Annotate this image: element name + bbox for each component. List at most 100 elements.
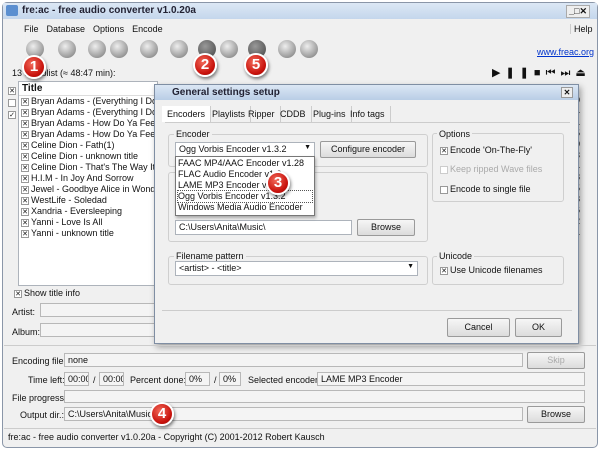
track-row[interactable]: ✕Xandria - Eversleeping xyxy=(21,206,157,217)
menu-help[interactable]: Help xyxy=(570,24,593,34)
track-checkbox[interactable]: ✕ xyxy=(21,142,29,150)
dialog-close-icon[interactable]: ✕ xyxy=(561,87,573,98)
add-cd-icon[interactable] xyxy=(58,40,76,58)
track-row[interactable]: ✕Yanni - unknown title xyxy=(21,228,157,239)
eject-icon[interactable]: ⏏ xyxy=(575,67,590,79)
clear-icon[interactable] xyxy=(110,40,128,58)
cddb-submit-icon[interactable] xyxy=(170,40,188,58)
website-link[interactable]: www.freac.org xyxy=(537,47,594,57)
encoder-option[interactable]: FLAC Audio Encoder v1.2 xyxy=(178,169,312,180)
stop-icon[interactable] xyxy=(300,40,318,58)
album-label: Album: xyxy=(12,327,40,337)
encoder-option[interactable]: FAAC MP4/AAC Encoder v1.28 xyxy=(178,158,312,169)
encode-on-the-fly-label: Encode 'On-The-Fly' xyxy=(450,145,532,155)
remove-icon[interactable] xyxy=(88,40,106,58)
tab-divider xyxy=(165,122,570,123)
track-title: Yanni - Love Is All xyxy=(31,217,102,227)
filename-pattern-select[interactable]: <artist> - <title>▼ xyxy=(175,261,418,276)
encoder-option[interactable]: LAME MP3 Encoder v3. xyxy=(178,180,312,191)
keep-wave-checkbox[interactable]: Keep ripped Wave files xyxy=(440,164,542,174)
encoder-select[interactable]: Ogg Vorbis Encoder v1.3.2▼ xyxy=(175,142,315,157)
track-checkbox[interactable]: ✕ xyxy=(21,197,29,205)
track-checkbox[interactable]: ✕ xyxy=(21,219,29,227)
selected-encoder-label: Selected encoder: xyxy=(248,375,321,385)
track-row[interactable]: ✕Bryan Adams - (Everything I Do) I D xyxy=(21,107,157,118)
encoder-settings-icon[interactable] xyxy=(220,40,238,58)
status-bar: fre:ac - free audio converter v1.0.20a -… xyxy=(4,428,596,444)
joblist[interactable]: Title ✕Bryan Adams - (Everything I Do) I… xyxy=(18,81,158,286)
encoding-file-field: none xyxy=(64,353,523,367)
encoder-option[interactable]: Windows Media Audio Encoder xyxy=(178,202,312,213)
encode-on-the-fly-checkbox[interactable]: ✕Encode 'On-The-Fly' xyxy=(440,145,532,155)
track-row[interactable]: ✕Celine Dion - unknown title xyxy=(21,151,157,162)
playback-controls: ▶❚❚■⏮⏭⏏ xyxy=(492,66,591,80)
encoder-option[interactable]: Ogg Vorbis Encoder v1.3.2 xyxy=(178,191,312,202)
track-checkbox[interactable]: ✕ xyxy=(21,120,29,128)
track-row[interactable]: ✕Celine Dion - Fath(1) xyxy=(21,140,157,151)
album-field[interactable] xyxy=(40,323,160,337)
cancel-button[interactable]: Cancel xyxy=(447,318,510,337)
unicode-group-label: Unicode xyxy=(437,251,474,261)
track-title: Celine Dion - That's The Way It Is xyxy=(31,162,165,172)
track-checkbox[interactable]: ✕ xyxy=(21,131,29,139)
track-checkbox[interactable]: ✕ xyxy=(21,109,29,117)
track-title: WestLife - Soledad xyxy=(31,195,107,205)
pause-icon[interactable]: ❚❚ xyxy=(505,67,533,79)
select-all-checkbox[interactable]: ✕ xyxy=(8,87,16,95)
artist-field[interactable] xyxy=(40,303,160,317)
cddb-query-icon[interactable] xyxy=(140,40,158,58)
column-title[interactable]: Title xyxy=(19,82,157,96)
encode-single-file-label: Encode to single file xyxy=(450,184,531,194)
select-checkboxes: ✕ ✓ xyxy=(8,85,18,121)
badge-5: 5 xyxy=(244,53,268,77)
track-title: Bryan Adams - How Do Ya Feel To xyxy=(31,118,169,128)
play-icon[interactable]: ▶ xyxy=(492,67,505,79)
track-row[interactable]: ✕H.I.M - In Joy And Sorrow xyxy=(21,173,157,184)
menu-file[interactable]: File xyxy=(24,24,39,34)
menu-encode[interactable]: Encode xyxy=(132,24,163,34)
track-row[interactable]: ✕Bryan Adams - How Do Ya Feel To xyxy=(21,118,157,129)
track-checkbox[interactable]: ✕ xyxy=(21,164,29,172)
track-checkbox[interactable]: ✕ xyxy=(21,208,29,216)
previous-icon[interactable]: ⏮ xyxy=(546,67,561,79)
unicode-filenames-checkbox[interactable]: ✕Use Unicode filenames xyxy=(440,265,543,275)
configure-encoder-button[interactable]: Configure encoder xyxy=(320,141,416,158)
track-checkbox[interactable]: ✕ xyxy=(21,153,29,161)
window-title: fre:ac - free audio converter v1.0.20a xyxy=(22,5,196,16)
tab-encoders[interactable]: Encoders xyxy=(162,106,211,122)
track-row[interactable]: ✕Bryan Adams - How Do Ya Feel To xyxy=(21,129,157,140)
menu-database[interactable]: Database xyxy=(47,24,86,34)
encode-single-file-checkbox[interactable]: Encode to single file xyxy=(440,184,531,194)
encoder-dropdown-list[interactable]: FAAC MP4/AAC Encoder v1.28FLAC Audio Enc… xyxy=(175,156,315,216)
track-checkbox[interactable]: ✕ xyxy=(21,98,29,106)
tab-info-tags[interactable]: Info tags xyxy=(345,106,391,122)
tab-cddb[interactable]: CDDB xyxy=(275,106,312,122)
show-title-info-label: Show title info xyxy=(24,288,80,298)
file-progress-label: File progress: xyxy=(12,393,67,403)
output-dir-field[interactable]: C:\Users\Anita\Music\ xyxy=(64,407,523,421)
track-checkbox[interactable]: ✕ xyxy=(21,230,29,238)
next-icon[interactable]: ⏭ xyxy=(560,67,575,79)
output-browse-button[interactable]: Browse xyxy=(527,406,585,423)
badge-1: 1 xyxy=(22,55,46,79)
badge-2: 2 xyxy=(193,53,217,77)
show-title-info[interactable]: ✕Show title info xyxy=(14,288,80,298)
select-none-checkbox[interactable] xyxy=(8,99,16,107)
toggle-checkbox[interactable]: ✓ xyxy=(8,111,16,119)
menu-options[interactable]: Options xyxy=(93,24,124,34)
track-row[interactable]: ✕WestLife - Soledad xyxy=(21,195,157,206)
skip-button[interactable]: Skip xyxy=(527,352,585,369)
stop-icon[interactable]: ■ xyxy=(534,67,546,79)
track-row[interactable]: ✕Bryan Adams - (Everything I Do) I D xyxy=(21,96,157,107)
window-controls[interactable]: _□✕ xyxy=(566,5,590,18)
track-title: Celine Dion - unknown title xyxy=(31,151,138,161)
ok-button[interactable]: OK xyxy=(515,318,562,337)
track-row[interactable]: ✕Jewel - Goodbye Alice in Wonderla xyxy=(21,184,157,195)
browse-button[interactable]: Browse xyxy=(357,219,415,236)
track-checkbox[interactable]: ✕ xyxy=(21,175,29,183)
track-row[interactable]: ✕Celine Dion - That's The Way It Is xyxy=(21,162,157,173)
pause-icon[interactable] xyxy=(278,40,296,58)
track-checkbox[interactable]: ✕ xyxy=(21,186,29,194)
track-row[interactable]: ✕Yanni - Love Is All xyxy=(21,217,157,228)
output-path-field[interactable]: C:\Users\Anita\Music\ xyxy=(175,220,352,235)
